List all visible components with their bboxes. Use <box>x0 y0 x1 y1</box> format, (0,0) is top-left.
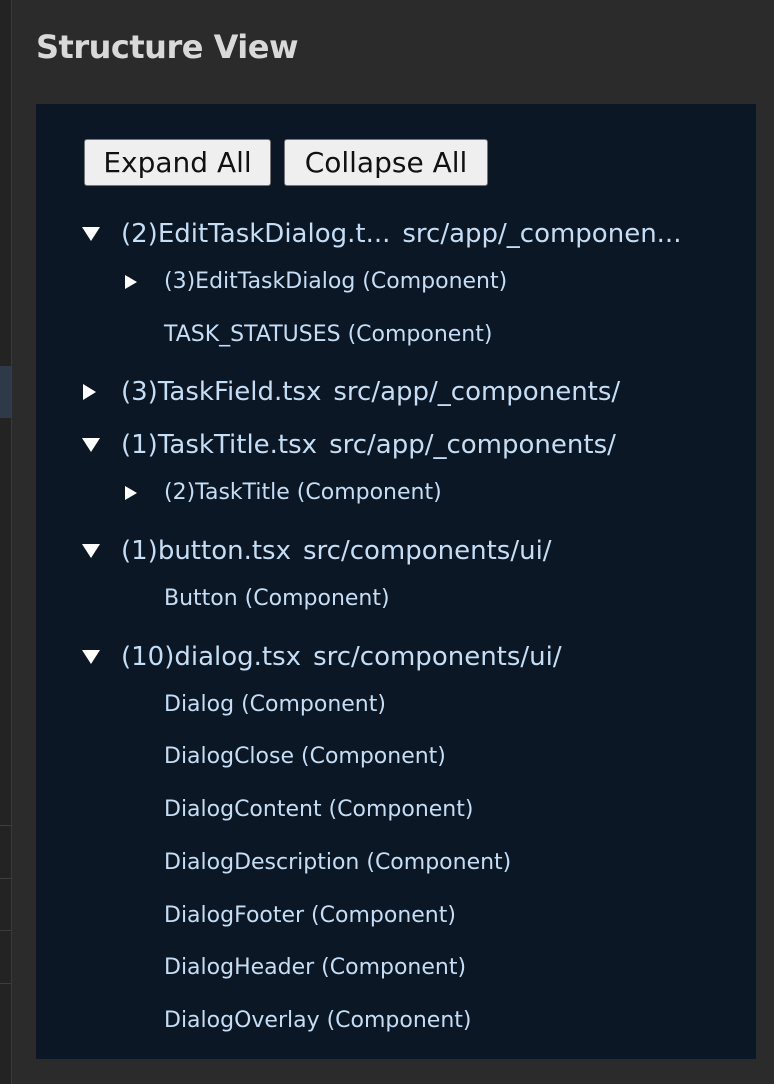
editor-gutter-strip <box>0 0 12 1084</box>
node-label: DialogContent (Component) <box>164 797 474 822</box>
gutter-divider <box>0 825 11 826</box>
node-label: Dialog (Component) <box>164 692 386 717</box>
tree-node-row[interactable]: (2)TaskTitle (Component) <box>36 478 716 510</box>
tree-node-row[interactable]: Button (Component) <box>36 584 716 616</box>
tree-node-row[interactable]: DialogDescription (Component) <box>36 848 716 880</box>
file-name: (3)TaskField.tsx <box>121 377 322 407</box>
tree-file-row-button[interactable]: (1)button.tsx src/components/ui/ <box>36 534 736 570</box>
tree-file-row-taskfield[interactable]: (3)TaskField.tsx src/app/_components/ <box>36 375 736 411</box>
file-path: src/app/_componen... <box>402 219 682 249</box>
node-label: (2)TaskTitle (Component) <box>164 480 442 505</box>
gutter-divider <box>0 878 11 879</box>
tree-file-row-dialog[interactable]: (10)dialog.tsx src/components/ui/ <box>36 640 736 676</box>
tree-file-row-tasktitle[interactable]: (1)TaskTitle.tsx src/app/_components/ <box>36 428 736 464</box>
gutter-selection-highlight <box>0 366 11 418</box>
file-path: src/components/ui/ <box>302 536 552 566</box>
triangle-down-icon[interactable] <box>82 227 100 241</box>
triangle-down-icon[interactable] <box>82 438 100 452</box>
tree-node-row[interactable]: Dialog (Component) <box>36 690 716 722</box>
tree-node-row[interactable]: DialogOverlay (Component) <box>36 1006 716 1038</box>
triangle-right-icon[interactable] <box>125 486 137 500</box>
file-name: (2)EditTaskDialog.t... <box>121 219 391 249</box>
triangle-right-icon[interactable] <box>83 384 96 400</box>
node-label: TASK_STATUSES (Component) <box>164 322 493 347</box>
node-label: DialogFooter (Component) <box>164 903 456 928</box>
triangle-down-icon[interactable] <box>82 544 100 558</box>
file-name: (10)dialog.tsx <box>121 642 302 672</box>
file-name: (1)TaskTitle.tsx <box>121 430 318 460</box>
panel-title: Structure View <box>36 28 299 66</box>
structure-tree: Expand All Collapse All (2)EditTaskDialo… <box>36 104 756 1059</box>
node-label: Button (Component) <box>164 586 390 611</box>
file-name: (1)button.tsx <box>121 536 291 566</box>
tree-node-row[interactable]: DialogClose (Component) <box>36 742 716 774</box>
tree-node-row[interactable]: TASK_STATUSES (Component) <box>36 320 716 352</box>
structure-view-panel: Structure View Expand All Collapse All (… <box>12 0 774 1084</box>
collapse-all-button[interactable]: Collapse All <box>284 139 488 186</box>
tree-node-row[interactable]: DialogContent (Component) <box>36 795 716 827</box>
file-path: src/app/_components/ <box>329 430 616 460</box>
file-path: src/components/ui/ <box>313 642 562 672</box>
tree-file-row-edittaskdialog[interactable]: (2)EditTaskDialog.t... src/app/_componen.… <box>36 217 736 253</box>
tree-node-row[interactable]: DialogFooter (Component) <box>36 901 716 933</box>
node-label: DialogHeader (Component) <box>164 955 467 980</box>
triangle-right-icon[interactable] <box>125 275 137 289</box>
gutter-divider <box>0 930 11 931</box>
expand-all-button[interactable]: Expand All <box>84 139 271 186</box>
tree-node-row[interactable]: DialogHeader (Component) <box>36 953 716 985</box>
tree-node-row[interactable]: (3)EditTaskDialog (Component) <box>36 267 716 299</box>
node-label: DialogOverlay (Component) <box>164 1008 472 1033</box>
triangle-down-icon[interactable] <box>82 650 100 664</box>
gutter-divider <box>0 983 11 984</box>
file-path: src/app/_components/ <box>333 377 621 407</box>
node-label: (3)EditTaskDialog (Component) <box>164 269 508 294</box>
node-label: DialogDescription (Component) <box>164 850 512 875</box>
node-label: DialogClose (Component) <box>164 744 446 769</box>
